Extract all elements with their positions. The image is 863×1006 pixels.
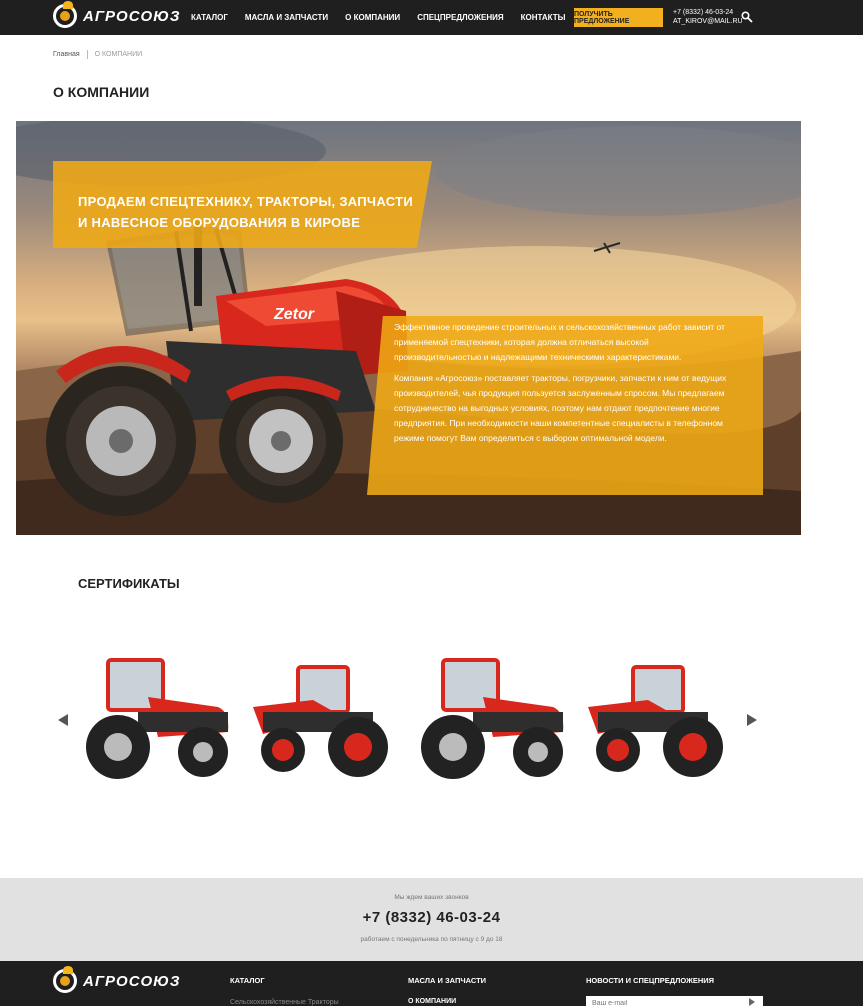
hero-description: Эффективное проведение строительных и се… <box>394 320 729 452</box>
page-title: О КОМПАНИИ <box>53 84 150 100</box>
logo-gear-icon <box>53 1 77 28</box>
nav-item-catalog[interactable]: Каталог <box>191 13 228 22</box>
hero-paragraph-2: Компания «Агросоюз» поставляет тракторы,… <box>394 373 727 443</box>
site-header: АГРОСОЮЗ Каталог Масла и запчасти О комп… <box>0 0 863 35</box>
footer-oils-parts-title[interactable]: Масла и запчасти <box>408 976 486 985</box>
breadcrumb-separator <box>86 50 88 59</box>
callback-hours: работаем с понедельника по пятницу с 9 д… <box>360 936 503 943</box>
logo[interactable]: АГРОСОЮЗ <box>53 1 181 28</box>
breadcrumb-current: О КОМПАНИИ <box>94 51 143 58</box>
footer-logo[interactable]: АГРОСОЮЗ <box>53 966 181 993</box>
nav-item-about[interactable]: О компании <box>345 13 400 22</box>
footer-logo-gear-icon <box>53 966 77 993</box>
search-icon[interactable] <box>741 11 753 23</box>
footer-logo-text: АГРОСОЮЗ <box>83 972 181 990</box>
footer-news-title[interactable]: Новости и спецпредложения <box>586 976 714 985</box>
nav-item-special-offers[interactable]: Спецпредложения <box>417 13 503 22</box>
tractor-thumbnail-icon <box>86 658 229 779</box>
hero-headline-line1: Продаем спецтехнику, тракторы, запчасти <box>78 194 413 209</box>
certificates-title: Сертификаты <box>78 576 180 591</box>
callback-phone[interactable]: +7 (8332) 46-03-24 <box>0 909 863 926</box>
footer-about-link[interactable]: О компании <box>408 998 456 1005</box>
hero-headline-line2: и навесное оборудования в Кирове <box>78 215 361 230</box>
nav-item-oils-parts[interactable]: Масла и запчасти <box>245 13 328 22</box>
main-nav: Каталог Масла и запчасти О компании Спец… <box>191 0 582 35</box>
certificate-item[interactable] <box>578 652 738 782</box>
breadcrumb: Главная О КОМПАНИИ <box>53 50 142 59</box>
tractor-thumbnail-icon <box>253 665 388 777</box>
hero-headline: Продаем спецтехнику, тракторы, запчасти … <box>78 191 418 233</box>
footer-email-submit-icon[interactable] <box>749 998 755 1006</box>
breadcrumb-home[interactable]: Главная <box>53 51 80 58</box>
hero-banner: Zetor Продаем спецтехнику, тракторы, зап… <box>16 121 801 535</box>
footer-catalog-link[interactable]: Сельскохозяйственные Тракторы <box>230 999 339 1006</box>
header-phone[interactable]: +7 (8332) 46-03-24 <box>673 8 743 17</box>
certificate-item[interactable] <box>243 652 403 782</box>
logo-text: АГРОСОЮЗ <box>83 7 181 25</box>
tractor-brand: Zetor <box>273 306 315 323</box>
header-contacts: +7 (8332) 46-03-24 AT_KIROV@MAIL.RU <box>673 8 743 26</box>
hero-paragraph-1: Эффективное проведение строительных и се… <box>394 322 725 362</box>
carousel-next-icon[interactable] <box>747 714 757 726</box>
certificate-item[interactable] <box>413 652 573 782</box>
nav-item-contacts[interactable]: Контакты <box>521 13 566 22</box>
tractor-thumbnail-icon <box>421 658 564 779</box>
callback-caption: Мы ждем ваших звонков <box>394 894 469 901</box>
footer-email-input[interactable] <box>586 996 763 1006</box>
header-email[interactable]: AT_KIROV@MAIL.RU <box>673 17 743 26</box>
tractor-thumbnail-icon <box>588 665 723 777</box>
footer-catalog-title[interactable]: Каталог <box>230 976 265 985</box>
get-offer-button[interactable]: Получить предложение <box>574 8 663 27</box>
callback-strip: Мы ждем ваших звонков +7 (8332) 46-03-24… <box>0 878 863 961</box>
certificate-item[interactable] <box>78 652 238 782</box>
carousel-prev-icon[interactable] <box>58 714 68 726</box>
site-footer: АГРОСОЮЗ Каталог Сельскохозяйственные Тр… <box>0 961 863 1006</box>
